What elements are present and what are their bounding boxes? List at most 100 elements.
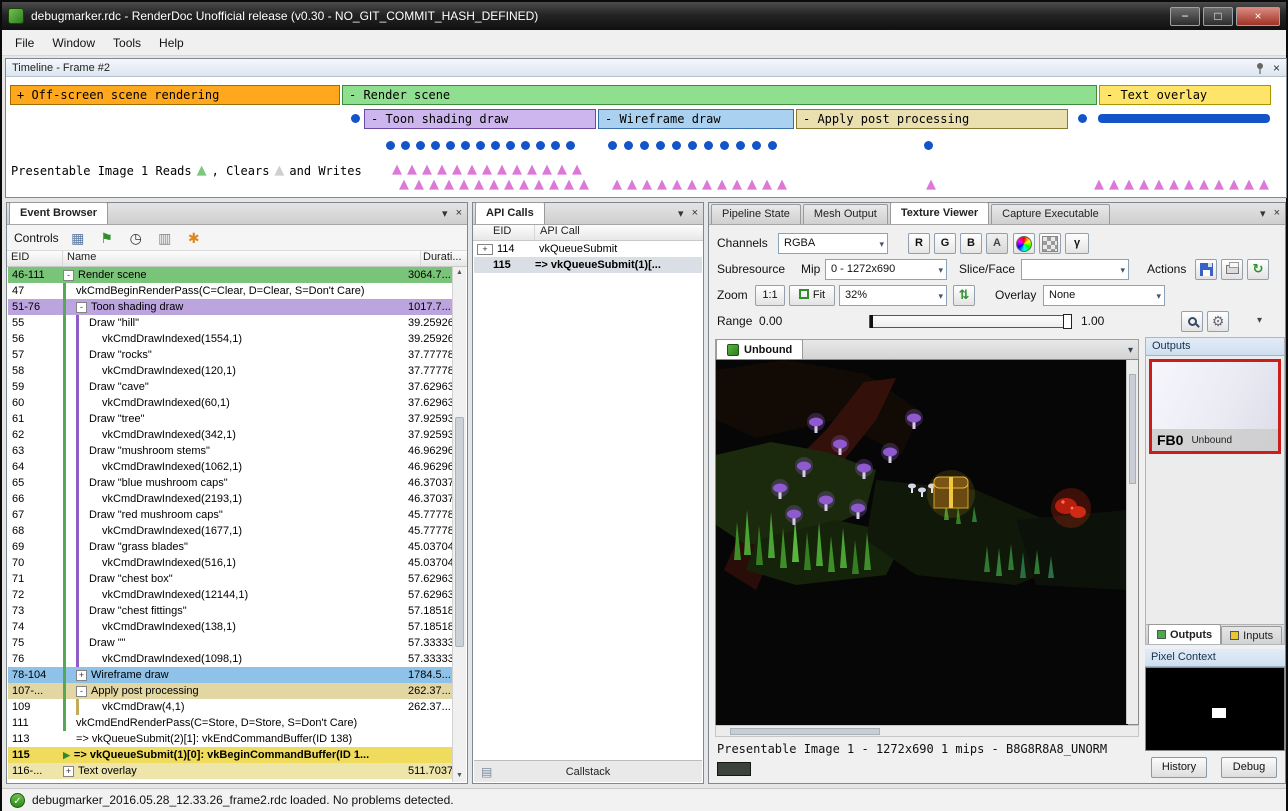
column-name[interactable]: Name	[63, 251, 421, 266]
write-marker-triangle[interactable]: ▲	[579, 179, 589, 191]
filter-icon[interactable]: ▦	[69, 229, 87, 247]
scroll-thumb[interactable]	[730, 728, 880, 735]
write-marker-triangle[interactable]: ▲	[747, 179, 757, 191]
timeline-marker-bar[interactable]: - Apply post processing	[796, 109, 1068, 129]
write-marker-triangle[interactable]: ▲	[1199, 179, 1209, 191]
timeline-marker-bar[interactable]: - Wireframe draw	[598, 109, 794, 129]
write-marker-triangle[interactable]: ▲	[527, 164, 537, 176]
channel-g-button[interactable]: G	[934, 233, 956, 254]
expander-icon[interactable]: -	[76, 686, 87, 697]
event-row[interactable]: 74vkCmdDrawIndexed(138,1)57.18518	[8, 619, 452, 635]
event-dot[interactable]	[476, 141, 485, 150]
event-row[interactable]: 47vkCmdBeginRenderPass(C=Clear, D=Clear,…	[8, 283, 452, 299]
tab-texture-viewer[interactable]: Texture Viewer	[890, 202, 989, 224]
menu-tools[interactable]: Tools	[104, 31, 150, 55]
background-checker-button[interactable]	[1039, 233, 1061, 254]
tab-mesh-output[interactable]: Mesh Output	[803, 204, 888, 224]
write-marker-triangle[interactable]: ▲	[467, 164, 477, 176]
maximize-button[interactable]: □	[1203, 7, 1233, 26]
event-dot[interactable]	[608, 141, 617, 150]
scroll-thumb[interactable]	[1129, 374, 1136, 484]
write-marker-triangle[interactable]: ▲	[612, 179, 622, 191]
channel-a-button[interactable]: A	[986, 233, 1008, 254]
event-row[interactable]: 62vkCmdDrawIndexed(342,1)37.92593	[8, 427, 452, 443]
write-marker-triangle[interactable]: ▲	[717, 179, 727, 191]
refresh-button[interactable]: ↻	[1247, 259, 1269, 280]
write-marker-triangle[interactable]: ▲	[504, 179, 514, 191]
title-bar[interactable]: debugmarker.rdc - RenderDoc Unofficial r…	[2, 2, 1286, 30]
range-white-point-handle[interactable]	[1063, 314, 1072, 329]
event-row[interactable]: 71Draw "chest box"57.62963	[8, 571, 452, 587]
event-row[interactable]: 66vkCmdDrawIndexed(2193,1)46.37037	[8, 491, 452, 507]
flip-y-button[interactable]: ⇅	[953, 285, 975, 306]
event-dot[interactable]	[416, 141, 425, 150]
event-row[interactable]: 51-76-Toon shading draw1017.7...	[8, 299, 452, 315]
event-dot[interactable]	[656, 141, 665, 150]
event-dot[interactable]	[720, 141, 729, 150]
write-marker-triangle[interactable]: ▲	[1124, 179, 1134, 191]
write-marker-triangle[interactable]: ▲	[557, 164, 567, 176]
overlay-select[interactable]: None▾	[1043, 285, 1165, 306]
scroll-thumb[interactable]	[455, 417, 464, 647]
pin-icon[interactable]	[1255, 62, 1265, 74]
event-row[interactable]: 67Draw "red mushroom caps"45.77778	[8, 507, 452, 523]
gamma-button[interactable]: γ	[1065, 233, 1089, 254]
dropdown-icon[interactable]: ▾	[1260, 207, 1266, 220]
event-dot[interactable]	[461, 141, 470, 150]
column-eid[interactable]: EID	[473, 225, 535, 240]
range-slider[interactable]	[869, 315, 1071, 328]
event-row[interactable]: 64vkCmdDrawIndexed(1062,1)46.96296	[8, 459, 452, 475]
event-browser-scrollbar[interactable]: ▲ ▼	[452, 267, 466, 782]
menu-file[interactable]: File	[6, 31, 43, 55]
event-dot[interactable]	[506, 141, 515, 150]
event-row[interactable]: 111vkCmdEndRenderPass(C=Store, D=Store, …	[8, 715, 452, 731]
event-dot[interactable]	[551, 141, 560, 150]
write-marker-triangle[interactable]: ▲	[1214, 179, 1224, 191]
write-marker-triangle[interactable]: ▲	[392, 164, 402, 176]
write-marker-triangle[interactable]: ▲	[1244, 179, 1254, 191]
texture-display[interactable]	[715, 359, 1139, 725]
event-row[interactable]: 76vkCmdDrawIndexed(1098,1)57.33333	[8, 651, 452, 667]
timeline-marker-bar[interactable]: + Off-screen scene rendering	[10, 85, 340, 105]
dropdown-icon[interactable]: ▾	[442, 207, 448, 220]
bookmark-icon[interactable]: ⚑	[98, 229, 116, 247]
event-dot[interactable]	[768, 141, 777, 150]
channels-select[interactable]: RGBA▾	[778, 233, 888, 254]
event-dot[interactable]	[491, 141, 500, 150]
history-button[interactable]: History	[1151, 757, 1207, 778]
channel-b-button[interactable]: B	[960, 233, 982, 254]
event-row[interactable]: 57Draw "rocks"37.77778	[8, 347, 452, 363]
pixel-context-view[interactable]	[1145, 667, 1285, 751]
tab-inputs[interactable]: Inputs	[1221, 626, 1282, 644]
more-options-icon[interactable]: ▾	[1257, 315, 1262, 326]
event-row[interactable]: 63Draw "mushroom stems"46.96296	[8, 443, 452, 459]
event-dot[interactable]	[566, 141, 575, 150]
stats-icon[interactable]: ▥	[156, 229, 174, 247]
zoom-range-button[interactable]	[1181, 311, 1203, 332]
write-marker-triangle[interactable]: ▲	[1184, 179, 1194, 191]
event-row[interactable]: 116-...+Text overlay511.7037	[8, 763, 452, 779]
callstack-bar[interactable]: ▤ Callstack	[474, 760, 702, 782]
write-marker-triangle[interactable]: ▲	[399, 179, 409, 191]
write-marker-triangle[interactable]: ▲	[687, 179, 697, 191]
event-row[interactable]: 75Draw ""57.33333	[8, 635, 452, 651]
close-icon[interactable]: ×	[456, 207, 462, 220]
event-dot[interactable]	[401, 141, 410, 150]
menu-help[interactable]: Help	[150, 31, 193, 55]
write-marker-triangle[interactable]: ▲	[732, 179, 742, 191]
timeline-canvas[interactable]: Presentable Image 1 Reads ▲ , Clears ▲ a…	[6, 77, 1286, 197]
column-duration[interactable]: Durati...	[421, 251, 467, 266]
event-dot[interactable]	[736, 141, 745, 150]
column-eid[interactable]: EID	[7, 251, 63, 266]
tab-capture-executable[interactable]: Capture Executable	[991, 204, 1110, 224]
write-marker-triangle[interactable]: ▲	[1139, 179, 1149, 191]
write-marker-triangle[interactable]: ▲	[534, 179, 544, 191]
event-row[interactable]: 68vkCmdDrawIndexed(1677,1)45.77778	[8, 523, 452, 539]
texture-list-dropdown-icon[interactable]: ▾	[1128, 345, 1133, 356]
write-marker-triangle[interactable]: ▲	[702, 179, 712, 191]
event-dot[interactable]	[688, 141, 697, 150]
event-dot[interactable]	[672, 141, 681, 150]
zoom-select[interactable]: 32%▾	[839, 285, 947, 306]
event-row[interactable]: 55Draw "hill"39.25926	[8, 315, 452, 331]
timeline-marker-bar[interactable]: - Toon shading draw	[364, 109, 596, 129]
